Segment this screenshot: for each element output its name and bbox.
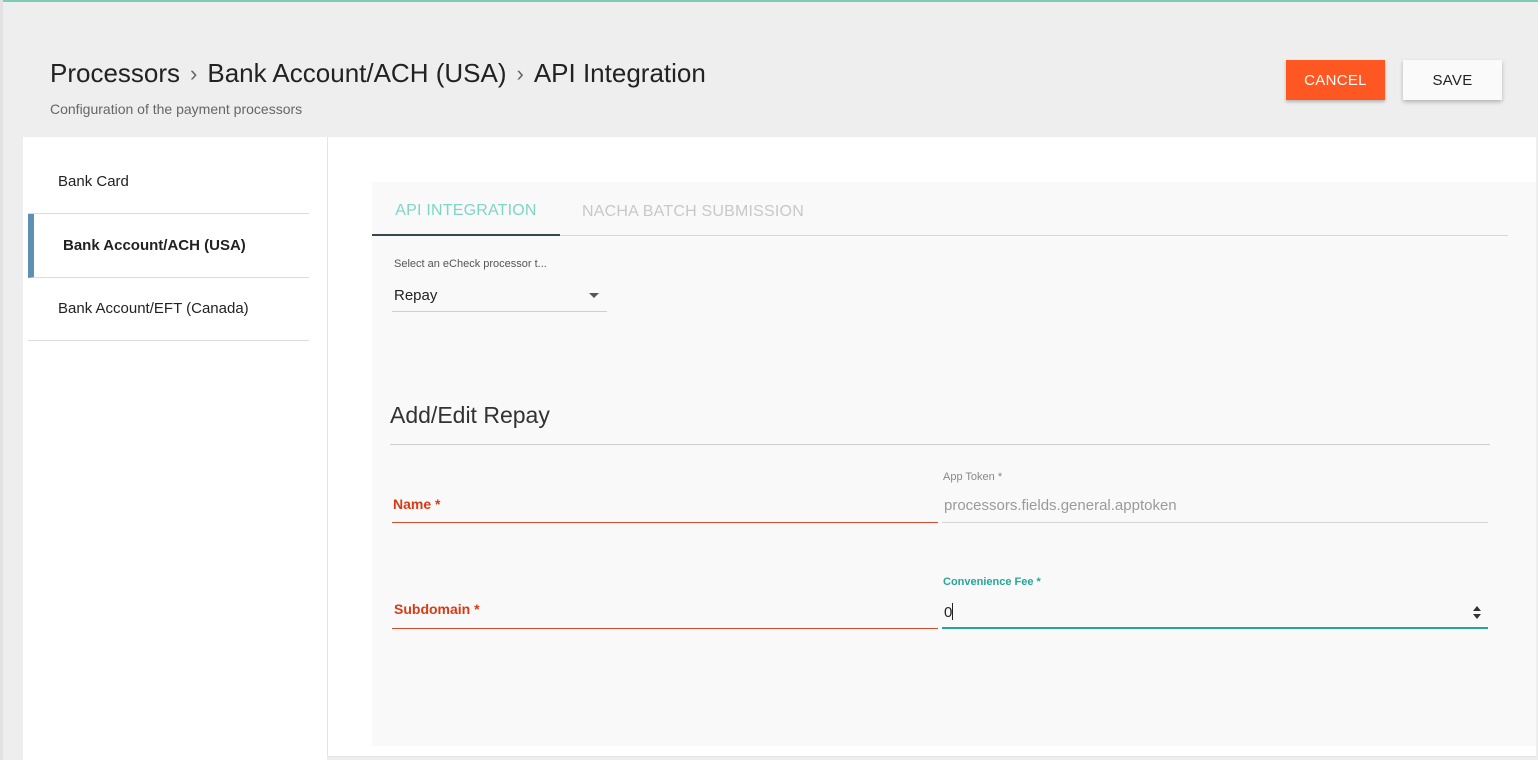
app-token-label: App Token * — [943, 471, 1003, 483]
name-field-label: Name * — [393, 496, 441, 512]
page-subtitle: Configuration of the payment processors — [50, 101, 303, 117]
convenience-fee-field[interactable]: 0 — [942, 597, 1488, 629]
form-title-divider — [390, 444, 1490, 445]
top-accent-line — [0, 0, 1538, 2]
window-left-edge — [0, 0, 3, 760]
sidebar-item-label: Bank Account/EFT (Canada) — [58, 300, 249, 317]
sidebar-item-label: Bank Card — [58, 173, 129, 190]
convenience-fee-value: 0 — [944, 604, 953, 621]
spinner-up-icon[interactable] — [1473, 606, 1481, 611]
tab-nacha-batch-submission[interactable]: NACHA BATCH SUBMISSION — [572, 188, 814, 236]
subdomain-field[interactable] — [392, 628, 938, 629]
form-title: Add/Edit Repay — [390, 402, 550, 428]
processor-select-value: Repay — [394, 287, 438, 304]
subdomain-field-label: Subdomain * — [394, 601, 480, 617]
sidebar-item-bank-card[interactable]: Bank Card — [28, 150, 309, 214]
tab-bar: API INTEGRATION NACHA BATCH SUBMISSION — [372, 188, 1508, 236]
breadcrumb-api-integration: API Integration — [533, 58, 706, 88]
caret-down-icon — [589, 293, 599, 298]
breadcrumb-bank-account-ach[interactable]: Bank Account/ACH (USA) — [207, 58, 506, 89]
app-token-field[interactable]: processors.fields.general.apptoken — [942, 491, 1488, 523]
app-token-placeholder: processors.fields.general.apptoken — [944, 497, 1177, 514]
sidebar: Bank Card Bank Account/ACH (USA) Bank Ac… — [23, 137, 327, 760]
text-cursor — [952, 603, 954, 620]
breadcrumb-processors[interactable]: Processors — [50, 58, 180, 89]
processor-select[interactable]: Repay — [392, 282, 607, 312]
name-field[interactable] — [392, 522, 938, 523]
processor-select-label: Select an eCheck processor t... — [394, 258, 547, 270]
page-header: Processors › Bank Account/ACH (USA) › AP… — [50, 58, 706, 117]
sidebar-item-bank-account-ach[interactable]: Bank Account/ACH (USA) — [28, 214, 309, 278]
breadcrumb: Processors › Bank Account/ACH (USA) › AP… — [50, 58, 706, 89]
save-button[interactable]: SAVE — [1403, 60, 1502, 100]
chevron-right-icon: › — [190, 60, 198, 86]
number-spinner[interactable] — [1472, 605, 1482, 621]
convenience-fee-label: Convenience Fee * — [943, 576, 1041, 588]
spinner-down-icon[interactable] — [1473, 614, 1481, 619]
cancel-button[interactable]: CANCEL — [1286, 60, 1385, 100]
sidebar-item-label: Bank Account/ACH (USA) — [63, 237, 246, 254]
sidebar-item-bank-account-eft[interactable]: Bank Account/EFT (Canada) — [28, 277, 309, 341]
chevron-right-icon: › — [516, 60, 524, 86]
tab-api-integration[interactable]: API INTEGRATION — [372, 188, 560, 236]
